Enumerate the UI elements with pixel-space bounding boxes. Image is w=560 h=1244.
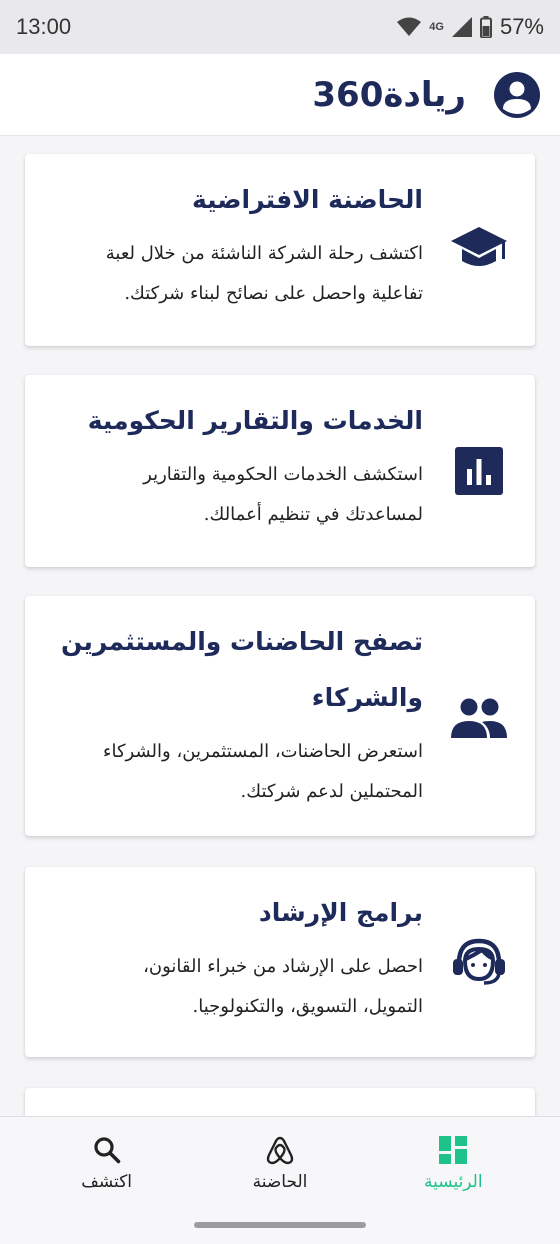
headset-support-icon — [449, 931, 509, 991]
battery-icon — [479, 16, 492, 38]
nav-label: الحاضنة — [252, 1171, 308, 1192]
nav-item-discover[interactable]: اكتشف — [32, 1134, 182, 1192]
nav-label: اكتشف — [81, 1171, 133, 1192]
card-description: استكشف الخدمات الحكومية والتقارير لمساعد… — [47, 455, 423, 535]
card-partial[interactable] — [25, 1088, 535, 1116]
bottom-navigation: اكتشف الحاضنة الرئيسية — [0, 1116, 560, 1208]
card-text: برامج الإرشاد احصل على الإرشاد من خبراء … — [47, 885, 423, 1027]
card-gov-services[interactable]: الخدمات والتقارير الحكومية استكشف الخدما… — [25, 375, 535, 567]
graduation-cap-icon — [449, 218, 509, 278]
card-virtual-incubator[interactable]: الحاضنة الافتراضية اكتشف رحلة الشركة الن… — [25, 154, 535, 346]
network-type: 4G — [429, 21, 444, 33]
wifi-icon — [397, 17, 422, 36]
card-title: الخدمات والتقارير الحكومية — [87, 406, 423, 435]
card-description: احصل على الإرشاد من خبراء القانون، التمو… — [47, 947, 423, 1027]
search-icon — [93, 1134, 121, 1166]
card-title: برامج الإرشاد — [258, 898, 423, 927]
card-title: الحاضنة الافتراضية — [192, 185, 423, 214]
card-description: استعرض الحاضنات، المستثمرين، والشركاء ال… — [47, 732, 423, 812]
account-circle-icon[interactable] — [494, 71, 540, 118]
content-list: الحاضنة الافتراضية اكتشف رحلة الشركة الن… — [0, 136, 560, 1116]
status-icons: 4G 57% — [397, 14, 544, 40]
status-time: 13:00 — [16, 14, 72, 39]
card-description-line: استكشف الخدمات الحكومية والتقارير — [143, 464, 423, 485]
card-text: الحاضنة الافتراضية اكتشف رحلة الشركة الن… — [47, 172, 423, 314]
people-icon — [449, 688, 509, 748]
card-description-line: لمساعدتك في تنظيم أعمالك. — [203, 504, 423, 525]
bar-chart-icon — [449, 441, 509, 501]
battery-level: 57% — [499, 14, 544, 39]
card-description-line: اكتشف رحلة الشركة الناشئة من خلال لعبة — [105, 243, 423, 264]
airbnb-icon — [265, 1134, 295, 1166]
card-mentorship[interactable]: برامج الإرشاد احصل على الإرشاد من خبراء … — [25, 867, 535, 1057]
card-description-line: المحتملين لدعم شركتك. — [240, 781, 423, 802]
app-bar: ريادة360 — [0, 54, 560, 136]
card-title-line: والشركاء — [311, 683, 423, 712]
card-description-line: احصل على الإرشاد من خبراء القانون، — [143, 956, 423, 977]
card-description: اكتشف رحلة الشركة الناشئة من خلال لعبة ت… — [47, 234, 423, 314]
nav-label: الرئيسية — [424, 1171, 483, 1192]
nav-item-incubator[interactable]: الحاضنة — [205, 1134, 355, 1192]
card-title-line: تصفح الحاضنات والمستثمرين — [61, 627, 423, 656]
card-text: تصفح الحاضنات والمستثمرين والشركاء استعر… — [47, 614, 423, 812]
card-description-line: تفاعلية واحصل على نصائح لبناء شركتك. — [124, 283, 423, 304]
card-title: تصفح الحاضنات والمستثمرين والشركاء — [47, 614, 423, 726]
card-description-line: التمويل، التسويق، والتكنولوجيا. — [192, 996, 423, 1017]
card-browse-incubators[interactable]: تصفح الحاضنات والمستثمرين والشركاء استعر… — [25, 596, 535, 836]
status-bar: 13:00 4G 57% — [0, 0, 560, 54]
signal-icon — [451, 17, 472, 37]
dashboard-icon — [439, 1134, 468, 1166]
card-description-line: استعرض الحاضنات، المستثمرين، والشركاء — [103, 741, 423, 762]
home-indicator[interactable] — [194, 1222, 366, 1228]
nav-item-home[interactable]: الرئيسية — [378, 1134, 528, 1192]
card-text: الخدمات والتقارير الحكومية استكشف الخدما… — [47, 393, 423, 535]
app-title: ريادة360 — [312, 74, 466, 115]
